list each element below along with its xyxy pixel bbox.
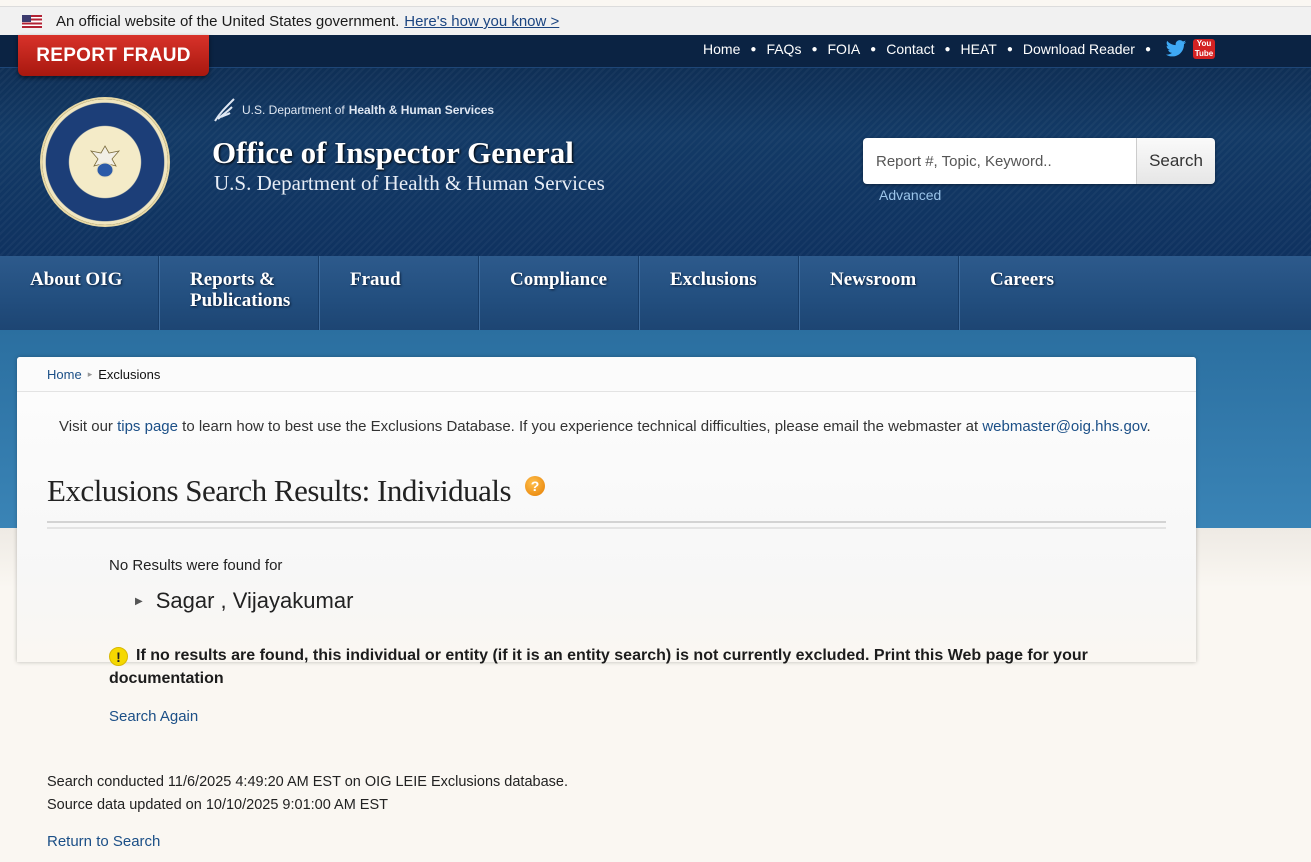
separator-dot: ● bbox=[811, 43, 818, 55]
util-foia-link[interactable]: FOIA bbox=[828, 41, 861, 57]
tips-text-after: . bbox=[1146, 418, 1151, 435]
site-search: Search bbox=[863, 138, 1215, 184]
bullet-arrow-icon: ▶ bbox=[135, 595, 143, 607]
report-fraud-button[interactable]: REPORT FRAUD bbox=[18, 35, 209, 76]
webmaster-email-link[interactable]: webmaster@oig.hhs.gov bbox=[982, 418, 1146, 435]
youtube-icon[interactable]: You Tube bbox=[1193, 39, 1215, 59]
search-again-link[interactable]: Search Again bbox=[109, 708, 198, 725]
heres-how-you-know-link[interactable]: Here's how you know > bbox=[404, 13, 559, 30]
breadcrumb: Home ▸ Exclusions bbox=[17, 357, 1196, 392]
page-title: Exclusions Search Results: Individuals bbox=[47, 473, 512, 508]
tips-page-link[interactable]: tips page bbox=[117, 418, 178, 435]
util-faqs-link[interactable]: FAQs bbox=[766, 41, 801, 57]
title-divider bbox=[47, 521, 1166, 529]
site-search-input[interactable] bbox=[863, 138, 1136, 184]
util-contact-link[interactable]: Contact bbox=[886, 41, 934, 57]
breadcrumb-separator-icon: ▸ bbox=[87, 368, 93, 379]
advanced-search-link[interactable]: Advanced bbox=[879, 187, 941, 203]
us-flag-icon bbox=[22, 15, 42, 28]
nav-compliance[interactable]: Compliance bbox=[480, 256, 640, 330]
util-download-reader-link[interactable]: Download Reader bbox=[1023, 41, 1135, 57]
nav-newsroom[interactable]: Newsroom bbox=[800, 256, 960, 330]
separator-dot: ● bbox=[1144, 43, 1151, 55]
gov-banner: An official website of the United States… bbox=[0, 6, 1311, 36]
not-excluded-notice: ! If no results are found, this individua… bbox=[109, 644, 1119, 690]
help-question-icon[interactable]: ? bbox=[525, 476, 545, 496]
separator-dot: ● bbox=[750, 43, 757, 55]
nav-fraud[interactable]: Fraud bbox=[320, 256, 480, 330]
site-subtitle: U.S. Department of Health & Human Servic… bbox=[214, 171, 605, 195]
main-nav: About OIG Reports & Publications Fraud C… bbox=[0, 256, 1311, 332]
nav-careers[interactable]: Careers bbox=[960, 256, 1120, 330]
searched-name-item: ▶ Sagar , Vijayakumar bbox=[135, 588, 353, 614]
return-to-search-link[interactable]: Return to Search bbox=[47, 833, 160, 850]
breadcrumb-home-link[interactable]: Home bbox=[47, 367, 82, 382]
nav-about-oig[interactable]: About OIG bbox=[0, 256, 160, 330]
oig-seal-logo[interactable] bbox=[42, 99, 168, 225]
gov-banner-text: An official website of the United States… bbox=[56, 13, 400, 30]
tips-text-before: Visit our bbox=[59, 418, 118, 435]
nav-reports-publications[interactable]: Reports & Publications bbox=[160, 256, 320, 330]
social-links: You Tube bbox=[1165, 39, 1215, 59]
not-excluded-text: If no results are found, this individual… bbox=[109, 647, 1088, 687]
separator-dot: ● bbox=[944, 43, 951, 55]
search-meta: Search conducted 11/6/2025 4:49:20 AM ES… bbox=[47, 771, 568, 817]
source-updated-text: Source data updated on 10/10/2025 9:01:0… bbox=[47, 797, 389, 813]
site-title[interactable]: Office of Inspector General bbox=[212, 135, 574, 171]
site-search-button[interactable]: Search bbox=[1136, 138, 1215, 184]
hhs-department-line[interactable]: U.S. Department of Health & Human Servic… bbox=[212, 95, 494, 125]
content-panel: Home ▸ Exclusions bbox=[17, 357, 1196, 662]
breadcrumb-current: Exclusions bbox=[98, 366, 161, 382]
warning-exclamation-icon: ! bbox=[109, 647, 128, 666]
util-heat-link[interactable]: HEAT bbox=[961, 41, 997, 57]
utility-nav: Home ● FAQs ● FOIA ● Contact ● HEAT ● Do… bbox=[703, 41, 1213, 57]
hhs-eagle-icon bbox=[214, 98, 235, 122]
separator-dot: ● bbox=[870, 43, 877, 55]
search-conducted-text: Search conducted 11/6/2025 4:49:20 AM ES… bbox=[47, 774, 568, 790]
hhs-bold-name: Health & Human Services bbox=[348, 103, 495, 117]
searched-name: Sagar , Vijayakumar bbox=[155, 588, 354, 613]
tips-text-middle: to learn how to best use the Exclusions … bbox=[177, 418, 983, 435]
tips-notice: Visit our tips page to learn how to best… bbox=[59, 418, 1151, 435]
eagle-emblem-icon bbox=[89, 145, 121, 178]
twitter-icon[interactable] bbox=[1165, 39, 1187, 59]
hhs-prefix: U.S. Department of bbox=[242, 103, 345, 117]
util-home-link[interactable]: Home bbox=[703, 41, 740, 57]
nav-exclusions[interactable]: Exclusions bbox=[640, 256, 800, 330]
site-header: REPORT FRAUD Home ● FAQs ● FOIA ● Contac… bbox=[0, 35, 1311, 256]
separator-dot: ● bbox=[1006, 43, 1013, 55]
no-results-message: No Results were found for bbox=[109, 557, 283, 574]
